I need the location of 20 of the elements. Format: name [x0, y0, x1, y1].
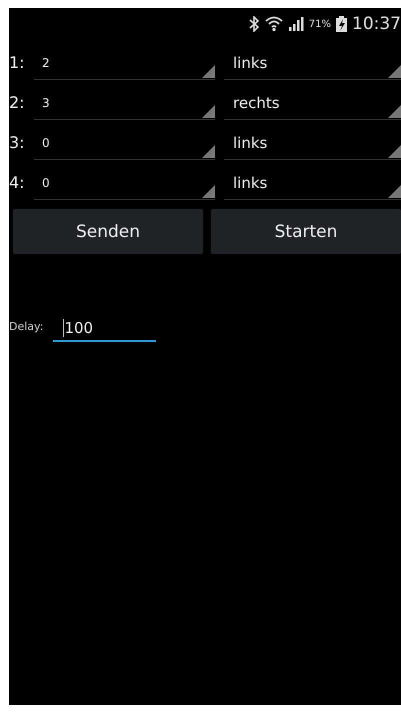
- number-dropdown[interactable]: 0: [34, 126, 215, 160]
- row-label: 3:: [9, 133, 26, 154]
- battery-charging-icon: [336, 16, 347, 32]
- clock: 10:37: [352, 14, 401, 34]
- signal-icon: [288, 17, 304, 31]
- battery-percent: 71%: [308, 18, 331, 30]
- number-dropdown[interactable]: 2: [34, 46, 215, 80]
- direction-dropdown[interactable]: links: [224, 46, 401, 80]
- row-label: 4:: [9, 173, 26, 194]
- wifi-icon: [264, 16, 283, 32]
- direction-dropdown[interactable]: rechts: [224, 86, 401, 120]
- action-button[interactable]: Senden: [13, 209, 203, 254]
- row-label: 1:: [9, 53, 26, 74]
- delay-input-field[interactable]: 100: [53, 316, 156, 342]
- direction-dropdown[interactable]: links: [224, 126, 401, 160]
- number-dropdown[interactable]: 3: [34, 86, 215, 120]
- action-button[interactable]: Starten: [211, 209, 401, 254]
- row-label: 2:: [9, 93, 26, 114]
- delay-label: Delay:: [9, 320, 44, 333]
- bluetooth-icon: [248, 16, 260, 32]
